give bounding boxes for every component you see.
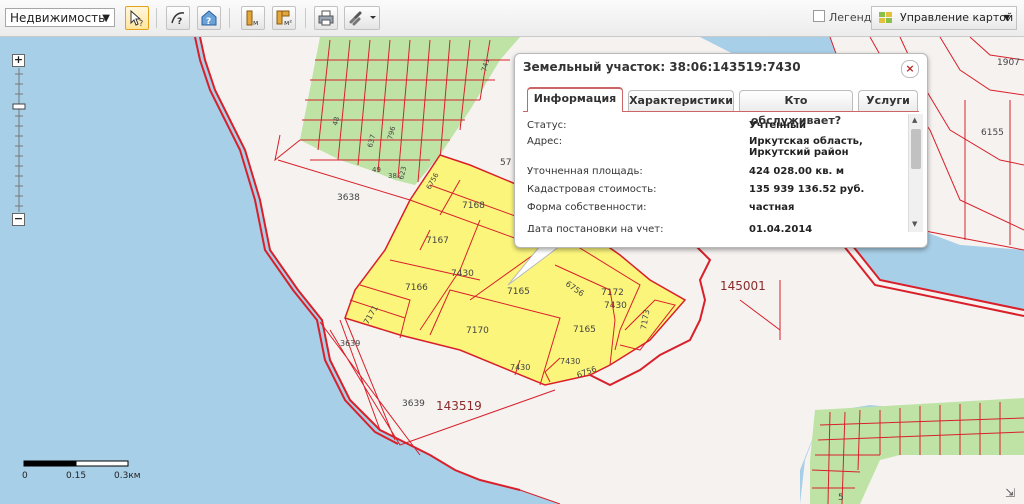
scale-bar: 0 0.15 0.3км [22,460,152,491]
resize-handle-icon[interactable]: ⇲ [1005,486,1015,500]
layer-select[interactable]: Недвижимость ▼ [5,8,115,27]
row-key: Дата постановки на учет: [527,224,664,232]
identify-cursor-icon: ? [130,9,143,27]
parcel-label: 7167 [426,236,449,246]
parcel-label: 7172 [601,288,624,298]
legend-toggle[interactable]: Легенда [813,10,878,26]
parcel-label: 7168 [462,201,485,211]
line-query-icon: ? [171,12,185,27]
identify-tool-button[interactable]: ? [125,6,149,30]
toolbar-divider [305,8,306,28]
row-value: 424 028.00 кв. м [749,166,844,177]
popup-content: Статус: Учтенный Адрес: Иркутская област… [523,114,908,232]
link-icon [349,11,376,26]
measure-length-button[interactable]: м [241,6,265,30]
row-value: Иркутская область, Иркутский район [749,136,863,158]
map-control-label: Управление картой [900,11,1014,24]
parcel-label: 7166 [405,283,428,293]
svg-text:?: ? [177,17,182,27]
toolbar-divider [229,8,230,28]
popup-title: Земельный участок: 38:06:143519:7430 [523,60,801,74]
parcel-label: 7165 [507,287,530,297]
dropdown-arrow-icon: ▼ [1003,13,1010,22]
row-key: Форма собственности: [527,202,647,213]
quarter-label: 143519 [436,399,482,413]
svg-text:м: м [253,19,258,27]
row-value: частная [749,202,795,213]
legend-checkbox[interactable] [813,10,825,22]
parcel-label: 49 [372,166,381,174]
zoom-slider-handle[interactable] [12,103,26,110]
printer-icon [318,10,334,26]
map-layers-icon [879,12,892,23]
zoom-slider[interactable] [12,68,26,212]
svg-text:?: ? [139,19,143,27]
parcel-label: 3639 [402,399,425,409]
parcel-label: 7430 [604,301,627,311]
popup-scrollbar[interactable]: ▲ ▼ [908,114,923,232]
row-key: Адрес: [527,136,563,147]
tab-characteristics[interactable]: Характеристики [628,90,734,111]
link-button[interactable] [344,6,380,30]
info-query-button[interactable]: ? [166,6,190,30]
svg-text:м²: м² [284,19,292,27]
popup-tabs: Информация Характеристики Кто обслуживае… [523,87,919,127]
row-value: 01.04.2014 [749,224,813,232]
zoom-in-button[interactable]: + [12,54,25,67]
scroll-up-icon[interactable]: ▲ [912,116,917,124]
parcel-label: 7170 [466,326,489,336]
toolbar-divider [156,8,157,28]
svg-text:?: ? [206,17,211,27]
parcel-label: 38 [388,172,397,180]
tab-who-serves[interactable]: Кто обслуживает? [739,90,853,127]
row-key: Кадастровая стоимость: [527,184,657,195]
parcel-label: 5 [838,493,844,503]
scale-tick: 0 [22,471,28,481]
parcel-label: 6155 [981,128,1004,138]
parcel-label: 57 [500,158,511,168]
row-key: Уточненная площадь: [527,166,643,177]
ruler-icon: м [246,10,258,27]
row-value: 135 939 136.52 руб. [749,184,865,195]
parcel-label: 1907 [997,58,1020,68]
parcel-label: 7430 [510,363,530,372]
parcel-label: 7165 [573,325,596,335]
building-query-icon: ? [201,10,217,27]
area-query-button[interactable]: ? [197,6,221,30]
parcel-label: 7430 [451,269,474,279]
scale-bar-graphic: 0 0.15 0.3км [22,460,141,481]
dropdown-arrow-icon: ▼ [102,13,110,24]
scroll-down-icon[interactable]: ▼ [912,220,917,228]
close-icon[interactable]: × [901,60,919,78]
print-button[interactable] [314,6,338,30]
scale-tick: 0.15 [66,471,86,481]
area-ruler-icon: м² [276,10,292,27]
toolbar: Недвижимость ▼ ? ? ? м м² Легенда Управл… [0,0,1024,37]
tab-services[interactable]: Услуги [858,90,918,111]
layer-select-value: Недвижимость [10,11,106,25]
quarter-label: 145001 [720,279,766,293]
parcel-info-popup: Земельный участок: 38:06:143519:7430 × И… [514,53,928,248]
parcel-label: 3639 [340,339,360,348]
tab-info[interactable]: Информация [527,87,623,112]
parcel-label: 7430 [560,357,580,366]
map-control-dropdown[interactable]: Управление картой ▼ [871,6,1017,30]
row-value: Учтенный [749,120,807,131]
parcel-label: 3638 [337,193,360,203]
scrollbar-thumb[interactable] [911,129,921,169]
row-key: Статус: [527,120,567,131]
scale-tick: 0.3км [114,471,141,481]
measure-area-button[interactable]: м² [272,6,296,30]
zoom-out-button[interactable]: − [12,213,25,226]
